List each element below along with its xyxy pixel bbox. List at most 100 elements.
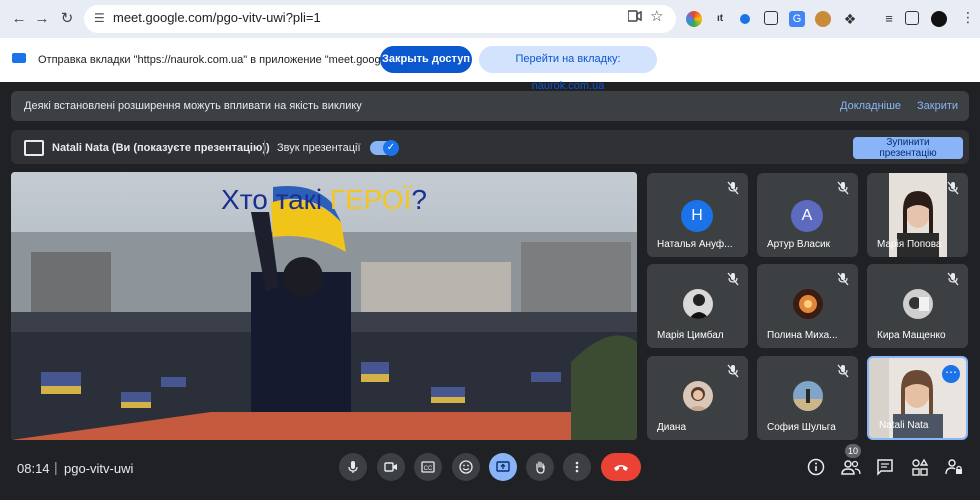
more-options-icon[interactable]: ⋯ xyxy=(942,365,960,383)
activities-button[interactable] xyxy=(911,458,931,478)
mic-off-icon xyxy=(727,272,739,286)
participant-tile[interactable]: Н Наталья Ануф... xyxy=(647,173,748,257)
mic-off-icon xyxy=(947,181,959,195)
participant-tile[interactable]: София Шульга xyxy=(757,356,858,440)
participant-avatar: Н xyxy=(681,200,713,232)
participant-avatar: А xyxy=(791,200,823,232)
side-panel-icon[interactable] xyxy=(905,11,919,25)
bookmark-star-icon[interactable]: ☆ xyxy=(650,7,663,25)
svg-text:CC: CC xyxy=(424,466,433,472)
participant-name: Марія Цимбал xyxy=(657,330,724,341)
people-icon xyxy=(841,460,861,475)
raise-hand-button[interactable] xyxy=(526,453,554,481)
participant-tile[interactable]: Кира Мащенко xyxy=(867,264,968,348)
close-banner-link[interactable]: Закрити xyxy=(917,100,958,112)
extension-capture-icon[interactable] xyxy=(764,11,778,25)
presentation-sound-label: Звук презентації xyxy=(277,142,361,154)
meeting-time: 08:14 xyxy=(17,461,50,476)
shared-presentation: Хто такі ГЕРОЇ? xyxy=(11,172,637,440)
stop-presenting-button[interactable]: Зупинити презентацію xyxy=(853,137,963,159)
media-playlist-icon[interactable]: ≡ xyxy=(881,11,897,27)
more-vert-icon xyxy=(575,461,579,473)
participant-avatar xyxy=(793,289,823,319)
learn-more-link[interactable]: Докладніше xyxy=(840,100,901,112)
reload-icon[interactable]: ↻ xyxy=(57,9,77,29)
tab-share-icon xyxy=(12,53,26,63)
participant-tile[interactable]: А Артур Власик xyxy=(757,173,858,257)
hang-up-icon xyxy=(614,465,628,471)
people-count-badge: 10 xyxy=(845,444,861,458)
participant-name: София Шульга xyxy=(767,422,836,433)
leave-call-button[interactable] xyxy=(601,453,641,481)
participant-name: Наталья Ануф... xyxy=(657,239,733,250)
go-to-tab-button[interactable]: Перейти на вкладку: naurok.com.ua xyxy=(479,46,657,92)
lock-person-icon xyxy=(945,459,962,475)
google-translate-icon[interactable]: G xyxy=(789,11,805,27)
extension-owl-icon[interactable] xyxy=(815,11,831,27)
meeting-code: pgo-vitv-uwi xyxy=(64,461,134,476)
camera-icon xyxy=(384,462,397,472)
divider xyxy=(264,140,265,156)
camera-permission-icon[interactable] xyxy=(627,9,642,26)
stop-presenting-label-2: презентацію xyxy=(879,148,937,159)
back-icon[interactable]: ← xyxy=(9,9,29,29)
participant-name: Артур Власик xyxy=(767,239,830,250)
extensions-puzzle-icon[interactable]: ❖ xyxy=(842,11,858,27)
participant-avatar xyxy=(903,289,933,319)
emoji-icon xyxy=(459,460,473,474)
mic-off-icon xyxy=(837,364,849,378)
warning-text: Деякі встановлені розширення можуть впли… xyxy=(24,100,362,112)
participant-avatar xyxy=(793,381,823,411)
host-controls-button[interactable] xyxy=(945,458,965,478)
mic-off-icon xyxy=(947,272,959,286)
info-icon xyxy=(807,458,825,476)
presenter-label: Natali Nata (Ви (показуєте презентацію)) xyxy=(52,142,270,154)
separator: | xyxy=(54,459,58,475)
activities-icon xyxy=(912,458,929,476)
mic-off-icon xyxy=(837,272,849,286)
browser-menu-icon[interactable]: ⋮ xyxy=(961,9,975,26)
participant-avatar xyxy=(683,381,713,411)
stop-presenting-label-1: Зупинити xyxy=(886,137,930,148)
extension-dot-icon[interactable] xyxy=(740,14,750,24)
chat-icon xyxy=(877,459,893,476)
extension-translate-icon[interactable]: ıt xyxy=(712,11,728,27)
reactions-button[interactable] xyxy=(452,453,480,481)
participant-tile[interactable]: Марія Попова xyxy=(867,173,968,257)
camera-button[interactable] xyxy=(377,453,405,481)
presentation-title: Хто такі ГЕРОЇ? xyxy=(221,184,427,215)
profile-avatar[interactable] xyxy=(931,11,947,27)
participant-name: Кира Мащенко xyxy=(877,330,946,341)
url-text[interactable]: meet.google.com/pgo-vitv-uwi?pli=1 xyxy=(113,10,321,25)
participant-tile-self[interactable]: ⋯ Natali Nata xyxy=(867,356,968,440)
captions-icon: CC xyxy=(421,461,435,473)
hand-icon xyxy=(536,461,545,474)
participant-name: Марія Попова xyxy=(877,239,942,250)
tab-sharing-message: Отправка вкладки "https://naurok.com.ua"… xyxy=(38,54,426,66)
participant-tile[interactable]: Полина Миха... xyxy=(757,264,858,348)
present-now-button[interactable] xyxy=(489,453,517,481)
extension-color-icon[interactable] xyxy=(686,11,702,27)
participant-name: Полина Миха... xyxy=(767,330,838,341)
participant-tile[interactable]: Диана xyxy=(647,356,748,440)
mic-off-icon xyxy=(837,181,849,195)
captions-button[interactable]: CC xyxy=(414,453,442,481)
site-info-icon[interactable]: ☰ xyxy=(94,11,105,25)
forward-icon[interactable]: → xyxy=(32,9,52,29)
participant-avatar xyxy=(683,289,713,319)
people-button[interactable] xyxy=(841,458,861,478)
participant-tile[interactable]: Марія Цимбал xyxy=(647,264,748,348)
mic-off-icon xyxy=(727,181,739,195)
mic-off-icon xyxy=(727,364,739,378)
chat-button[interactable] xyxy=(876,458,896,478)
participant-name: Диана xyxy=(657,422,687,433)
present-screen-icon xyxy=(496,461,510,472)
stop-sharing-button[interactable]: Закрыть доступ xyxy=(380,46,472,73)
participant-name: Natali Nata xyxy=(879,420,929,431)
present-screen-icon xyxy=(24,140,44,156)
meeting-details-button[interactable] xyxy=(807,458,827,478)
microphone-icon xyxy=(348,461,358,473)
microphone-button[interactable] xyxy=(339,453,367,481)
more-options-button[interactable] xyxy=(563,453,591,481)
check-icon[interactable]: ✓ xyxy=(383,140,399,156)
